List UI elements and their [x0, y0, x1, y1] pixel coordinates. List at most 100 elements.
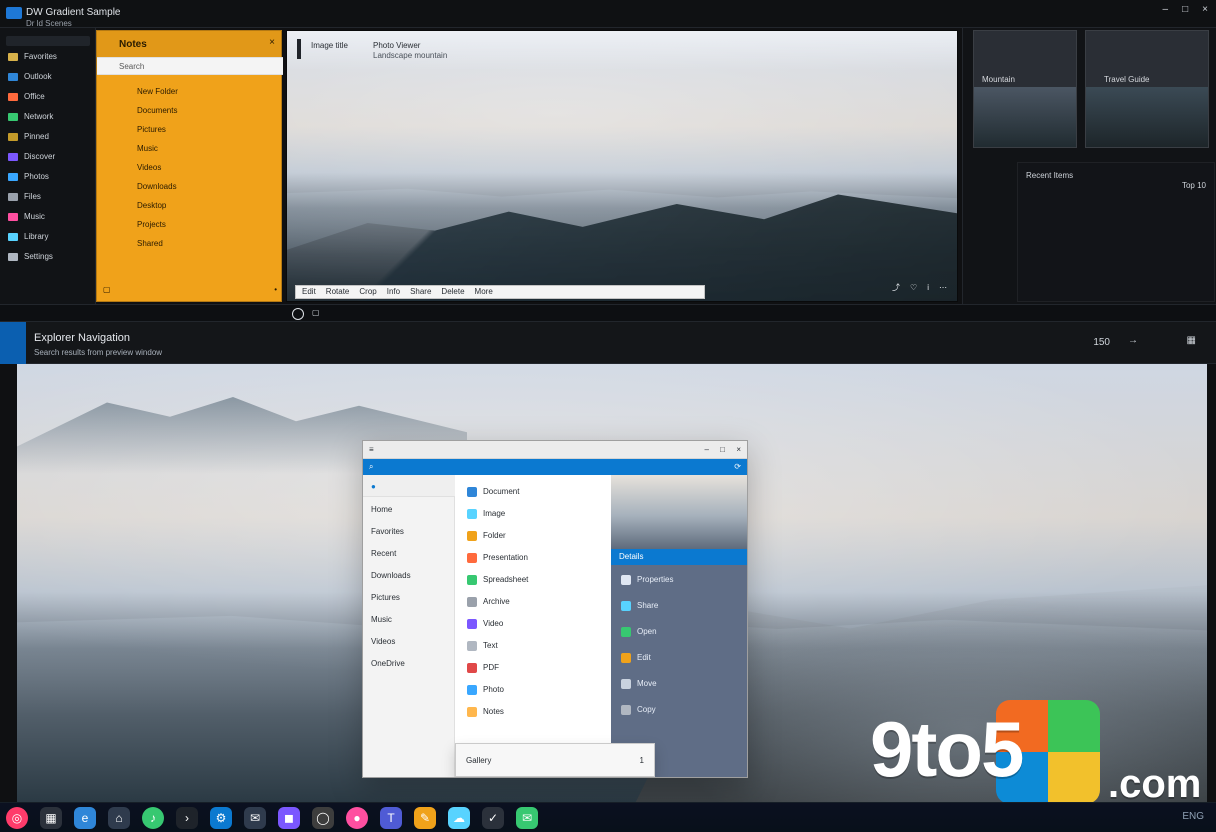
widget-card-2[interactable]: Travel Guide — [1085, 30, 1209, 148]
center-window-menu-icon[interactable]: ≡ — [369, 445, 374, 455]
taskbar-edge-icon[interactable]: e — [74, 807, 96, 829]
taskbar-terminal-icon[interactable]: › — [176, 807, 198, 829]
circle-icon[interactable] — [292, 308, 304, 320]
taskbar-notes-icon[interactable]: ✎ — [414, 807, 436, 829]
toolbar-label[interactable]: Delete — [441, 287, 464, 297]
left-pane-item[interactable]: OneDrive — [371, 659, 411, 669]
center-window-maximize[interactable]: □ — [720, 445, 725, 455]
toolbar-label[interactable]: Rotate — [326, 287, 350, 297]
toolbar-label[interactable]: Crop — [359, 287, 376, 297]
sidebar-item[interactable]: Outlook — [8, 72, 57, 82]
refresh-icon[interactable]: ⟳ — [734, 462, 741, 472]
taskbar-browser-icon[interactable]: ◯ — [312, 807, 334, 829]
center-search-input[interactable] — [381, 461, 721, 473]
right-pane-row[interactable]: Share — [621, 601, 673, 611]
mid-pane-row[interactable]: Document — [467, 487, 528, 497]
center-window-minimize[interactable]: – — [705, 445, 709, 455]
taskbar-tasks-icon[interactable]: ✓ — [482, 807, 504, 829]
taskbar-mail-icon[interactable]: ✉ — [244, 807, 266, 829]
orange-list-item[interactable]: Pictures — [137, 125, 178, 135]
center-window-close[interactable]: × — [736, 445, 741, 455]
toolbar-label[interactable]: Share — [410, 287, 431, 297]
right-pane-row[interactable]: Open — [621, 627, 673, 637]
center-bottom-popup[interactable]: Gallery 1 — [455, 743, 655, 777]
square-icon[interactable]: ▢ — [312, 308, 320, 318]
mid-pane-row[interactable]: Notes — [467, 707, 528, 717]
forward-icon[interactable]: → — [1128, 335, 1138, 347]
right-pane-row[interactable]: Move — [621, 679, 673, 689]
left-pane-item[interactable]: Downloads — [371, 571, 411, 581]
right-pane-preview — [611, 475, 747, 549]
mid-pane-row[interactable]: Spreadsheet — [467, 575, 528, 585]
sidebar-item[interactable]: Settings — [8, 252, 57, 262]
taskbar-files-icon[interactable]: ▦ — [40, 807, 62, 829]
heart-icon[interactable]: ♡ — [910, 283, 917, 293]
left-pane-list: Home Favorites Recent Downloads Pictures… — [371, 505, 411, 669]
mid-pane-row[interactable]: Video — [467, 619, 528, 629]
taskbar-chat-icon[interactable]: ✉ — [516, 807, 538, 829]
sidebar-item[interactable]: Network — [8, 112, 57, 122]
sidebar-item[interactable]: Pinned — [8, 132, 57, 142]
orange-list-item[interactable]: Projects — [137, 220, 178, 230]
left-pane-icon: ● — [371, 482, 376, 491]
orange-panel-search[interactable]: Search — [97, 57, 283, 75]
orange-bottom-left-icon[interactable]: ▢ — [103, 285, 111, 295]
orange-panel-search-placeholder: Search — [119, 62, 145, 71]
taskbar-start-icon[interactable]: ◎ — [6, 807, 28, 829]
info-icon[interactable]: i — [927, 283, 929, 293]
mid-pane-row[interactable]: Photo — [467, 685, 528, 695]
orange-list-item[interactable]: Shared — [137, 239, 178, 249]
orange-list-item[interactable]: Documents — [137, 106, 178, 116]
sidebar-item[interactable]: Library — [8, 232, 57, 242]
sidebar-item[interactable]: Office — [8, 92, 57, 102]
orange-list-item[interactable]: Downloads — [137, 182, 178, 192]
toolbar-label[interactable]: Info — [387, 287, 400, 297]
close-button[interactable]: × — [1202, 4, 1208, 16]
orange-list-item[interactable]: Desktop — [137, 201, 178, 211]
left-pane-item[interactable]: Music — [371, 615, 411, 625]
toolbar-label[interactable]: More — [475, 287, 493, 297]
minimize-button[interactable]: – — [1163, 4, 1169, 16]
right-pane-row[interactable]: Properties — [621, 575, 673, 585]
orange-list-item[interactable]: Music — [137, 144, 178, 154]
sidebar-item[interactable]: Files — [8, 192, 57, 202]
toolbar-label[interactable]: Edit — [302, 287, 316, 297]
grid-icon[interactable]: ▦ — [1187, 335, 1196, 347]
mid-pane-row[interactable]: Text — [467, 641, 528, 651]
sidebar-item[interactable]: Discover — [8, 152, 57, 162]
left-pane-item[interactable]: Home — [371, 505, 411, 515]
top-right-controls: – □ × — [1163, 4, 1208, 16]
left-pane-item[interactable]: Videos — [371, 637, 411, 647]
taskbar-weather-icon[interactable]: ☁ — [448, 807, 470, 829]
taskbar-settings-icon[interactable]: ⚙ — [210, 807, 232, 829]
sidebar-item[interactable]: Photos — [8, 172, 57, 182]
mid-pane-item-label: Photo — [483, 685, 504, 694]
mid-pane-row[interactable]: Image — [467, 509, 528, 519]
maximize-button[interactable]: □ — [1182, 4, 1188, 16]
taskbar-spotify-icon[interactable]: ♪ — [142, 807, 164, 829]
left-pane-item[interactable]: Recent — [371, 549, 411, 559]
widget-card-1[interactable]: Mountain — [973, 30, 1077, 148]
taskbar-photos-icon[interactable]: ◼ — [278, 807, 300, 829]
right-pane-row[interactable]: Edit — [621, 653, 673, 663]
mid-pane-row[interactable]: Archive — [467, 597, 528, 607]
taskbar-teams-icon[interactable]: T — [380, 807, 402, 829]
sidebar-item[interactable]: Music — [8, 212, 57, 222]
mid-pane-row[interactable]: PDF — [467, 663, 528, 673]
orange-panel-close-icon[interactable]: × — [269, 37, 275, 49]
sidebar-item[interactable]: Favorites — [8, 52, 57, 62]
taskbar-camera-icon[interactable]: ● — [346, 807, 368, 829]
mid-pane-row[interactable]: Folder — [467, 531, 528, 541]
bottom-window-title: Explorer Navigation — [34, 332, 130, 344]
right-pane-row[interactable]: Copy — [621, 705, 673, 715]
share-icon[interactable]: ⤴ — [892, 283, 900, 293]
orange-bottom-right-icon[interactable]: • — [274, 285, 277, 295]
mid-pane-row[interactable]: Presentation — [467, 553, 528, 563]
center-search-bar: ⌕ ⟳ — [363, 459, 747, 475]
orange-list-item[interactable]: New Folder — [137, 87, 178, 97]
more-icon[interactable]: ⋯ — [939, 283, 947, 293]
left-pane-item[interactable]: Favorites — [371, 527, 411, 537]
left-pane-item[interactable]: Pictures — [371, 593, 411, 603]
taskbar-store-icon[interactable]: ⌂ — [108, 807, 130, 829]
orange-list-item[interactable]: Videos — [137, 163, 178, 173]
